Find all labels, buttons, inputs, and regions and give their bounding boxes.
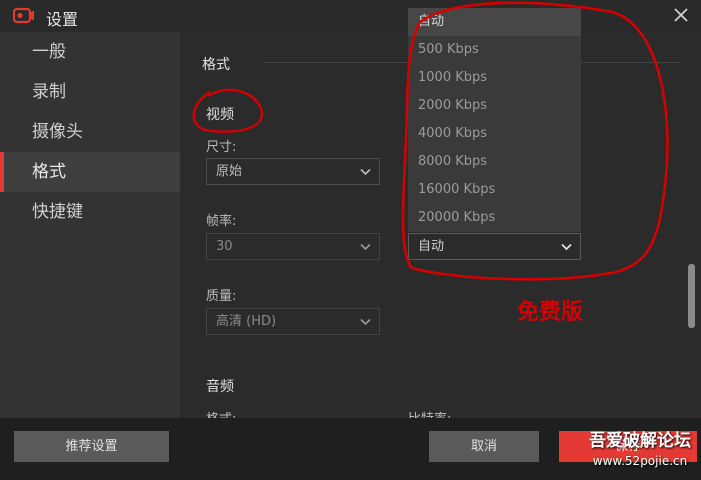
framerate-label: 帧率: xyxy=(206,214,237,229)
video-heading: 视频 xyxy=(206,107,234,123)
sidebar-item-label: 录制 xyxy=(32,82,66,102)
dropdown-option-16000[interactable]: 16000 Kbps xyxy=(408,176,581,204)
sidebar-item-camera[interactable]: 摄像头 xyxy=(0,112,180,152)
dropdown-option-4000[interactable]: 4000 Kbps xyxy=(408,120,581,148)
dropdown-option-8000[interactable]: 8000 Kbps xyxy=(408,148,581,176)
quality-select[interactable]: 高清 (HD) xyxy=(206,308,380,335)
window-title: 设置 xyxy=(46,10,79,29)
sidebar-item-label: 一般 xyxy=(32,42,66,62)
record-camera-icon xyxy=(13,7,34,24)
audio-format-label: 格式: xyxy=(206,408,236,418)
audio-bitrate-label: 比特率: xyxy=(408,408,451,418)
sidebar-item-general[interactable]: 一般 xyxy=(0,32,180,72)
chevron-down-icon xyxy=(360,318,371,326)
sidebar-item-format[interactable]: 格式 xyxy=(0,152,180,192)
bitrate-value: 自动 xyxy=(418,239,445,254)
bitrate-select[interactable]: 自动 xyxy=(408,233,581,260)
sidebar-item-hotkeys[interactable]: 快捷键 xyxy=(0,192,180,232)
framerate-select[interactable]: 30 xyxy=(206,233,380,260)
quality-value: 高清 (HD) xyxy=(216,314,277,329)
sidebar-item-recording[interactable]: 录制 xyxy=(0,72,180,112)
dropdown-option-1000[interactable]: 1000 Kbps xyxy=(408,64,581,92)
dropdown-option-20000[interactable]: 20000 Kbps xyxy=(408,204,581,232)
dialog-footer: 推荐设置 取消 保存 xyxy=(0,418,701,480)
recommend-settings-button[interactable]: 推荐设置 xyxy=(14,431,169,462)
chevron-down-icon xyxy=(360,243,371,251)
title-bar: 设置 xyxy=(0,0,701,32)
section-title: 格式 xyxy=(202,57,230,73)
sidebar-item-label: 格式 xyxy=(32,162,66,182)
annotation-label: 免费版 xyxy=(517,300,584,325)
dropdown-option-2000[interactable]: 2000 Kbps xyxy=(408,92,581,120)
chevron-down-icon xyxy=(360,168,371,176)
save-button[interactable]: 保存 xyxy=(559,431,697,462)
chevron-down-icon xyxy=(561,243,572,251)
dropdown-option-auto[interactable]: 自动 xyxy=(408,8,581,36)
cancel-button[interactable]: 取消 xyxy=(429,431,539,462)
sidebar-item-label: 快捷键 xyxy=(32,202,83,222)
size-select[interactable]: 原始 xyxy=(206,158,380,185)
bitrate-dropdown-list: 自动 500 Kbps 1000 Kbps 2000 Kbps 4000 Kbp… xyxy=(408,8,581,232)
size-label: 尺寸: xyxy=(206,140,237,155)
close-icon[interactable] xyxy=(671,5,691,25)
audio-heading: 音频 xyxy=(206,379,234,395)
size-value: 原始 xyxy=(216,164,243,179)
settings-sidebar: 一般 录制 摄像头 格式 快捷键 xyxy=(0,32,180,418)
quality-label: 质量: xyxy=(206,289,237,304)
scrollbar-thumb[interactable] xyxy=(688,264,695,328)
dropdown-option-500[interactable]: 500 Kbps xyxy=(408,36,581,64)
sidebar-item-label: 摄像头 xyxy=(32,122,83,142)
framerate-value: 30 xyxy=(216,239,233,254)
